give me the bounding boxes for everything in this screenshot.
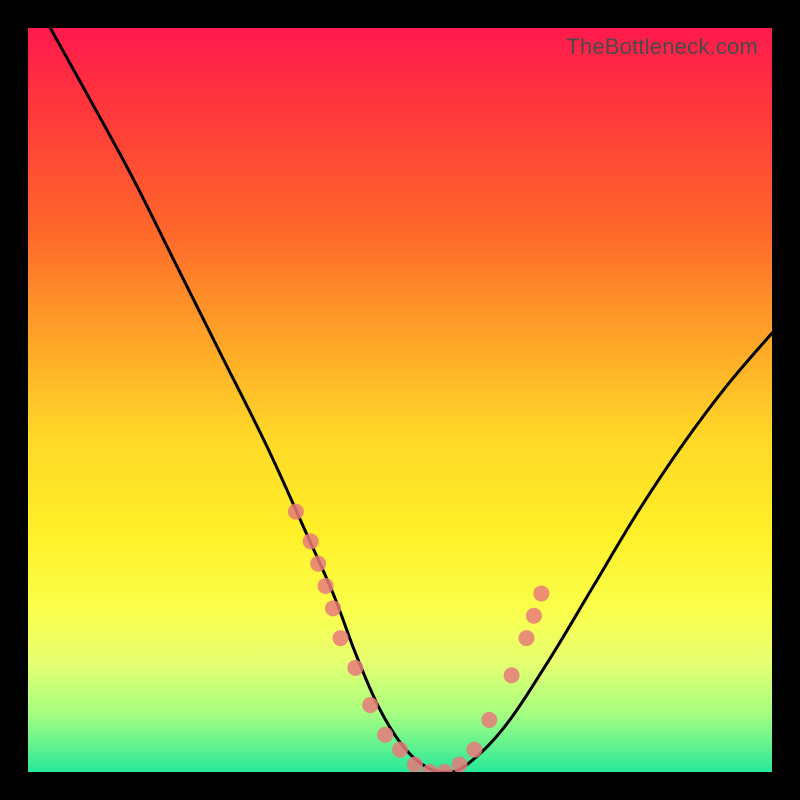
data-point: [347, 660, 363, 676]
chart-svg: [28, 28, 772, 772]
data-point: [518, 630, 534, 646]
data-point: [481, 712, 497, 728]
chart-frame: TheBottleneck.com: [0, 0, 800, 800]
plot-area: TheBottleneck.com: [28, 28, 772, 772]
data-point: [310, 556, 326, 572]
sample-points: [288, 504, 550, 772]
data-point: [392, 742, 408, 758]
data-point: [407, 757, 423, 772]
data-point: [466, 742, 482, 758]
data-point: [332, 630, 348, 646]
data-point: [504, 667, 520, 683]
data-point: [437, 764, 453, 772]
data-point: [533, 585, 549, 601]
data-point: [325, 600, 341, 616]
data-point: [362, 697, 378, 713]
data-point: [452, 757, 468, 772]
data-point: [303, 533, 319, 549]
data-point: [288, 504, 304, 520]
data-point: [318, 578, 334, 594]
bottleneck-curve: [50, 28, 772, 772]
curve-line: [50, 28, 772, 772]
data-point: [526, 608, 542, 624]
data-point: [377, 727, 393, 743]
